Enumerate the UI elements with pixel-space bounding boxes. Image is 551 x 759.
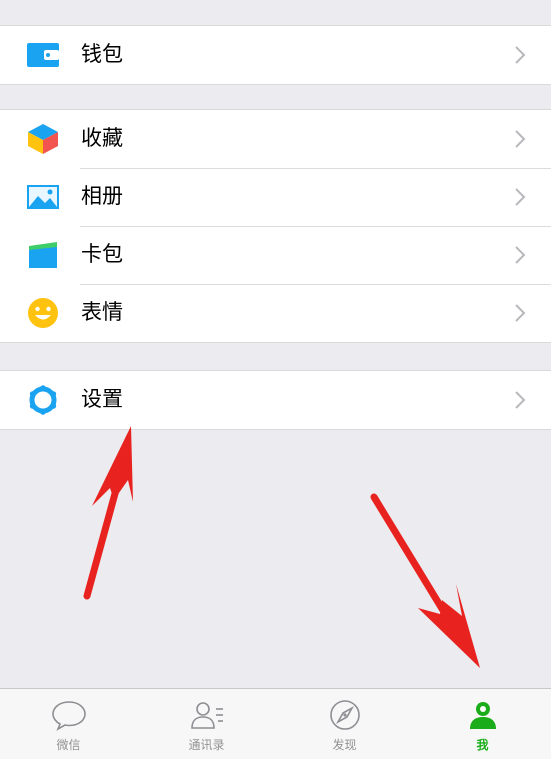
tab-label: 通讯录 — [188, 738, 225, 752]
tab-label: 微信 — [56, 738, 81, 752]
card-package-icon — [29, 242, 57, 268]
menu-item-label: 钱包 — [81, 42, 123, 66]
contacts-icon — [190, 702, 223, 729]
menu-group-media: 收藏 相册 卡包 表情 — [0, 109, 551, 343]
menu-item-label: 表情 — [81, 300, 123, 324]
wallet-icon — [27, 43, 59, 67]
tab-label: 发现 — [332, 738, 357, 752]
menu-item-label: 相册 — [81, 184, 123, 208]
settings-gear-icon — [29, 385, 57, 415]
compass-icon — [329, 700, 360, 730]
smiley-icon — [28, 298, 58, 328]
menu-item-label: 卡包 — [81, 242, 123, 266]
menu-item-label: 收藏 — [81, 126, 123, 150]
annotation-arrow-up — [83, 426, 133, 600]
tab-chats[interactable]: 微信 — [0, 689, 137, 759]
menu-item-wallet[interactable]: 钱包 — [0, 26, 551, 84]
menu-item-album[interactable]: 相册 — [0, 168, 551, 226]
tab-label: 我 — [476, 738, 489, 752]
chevron-right-icon — [515, 46, 526, 64]
menu-group-settings: 设置 — [0, 370, 551, 430]
menu-item-label: 设置 — [81, 387, 123, 411]
album-picture-icon — [27, 185, 59, 209]
chevron-right-icon — [515, 188, 526, 206]
chat-bubble-icon — [51, 701, 86, 731]
menu-item-settings[interactable]: 设置 — [0, 371, 551, 429]
menu-group-wallet: 钱包 — [0, 25, 551, 85]
me-person-icon — [469, 702, 496, 729]
menu-item-favorites[interactable]: 收藏 — [0, 110, 551, 168]
bottom-tab-bar: 微信 通讯录 发现 我 — [0, 688, 551, 759]
tab-me[interactable]: 我 — [414, 689, 551, 759]
tab-discover[interactable]: 发现 — [276, 689, 413, 759]
favorites-cube-icon — [28, 124, 58, 154]
chevron-right-icon — [515, 246, 526, 264]
tab-contacts[interactable]: 通讯录 — [138, 689, 275, 759]
chevron-right-icon — [515, 130, 526, 148]
menu-item-card-package[interactable]: 卡包 — [0, 226, 551, 284]
chevron-right-icon — [515, 304, 526, 322]
menu-item-stickers[interactable]: 表情 — [0, 284, 551, 342]
annotation-arrow-down — [370, 493, 480, 668]
chevron-right-icon — [515, 391, 526, 409]
